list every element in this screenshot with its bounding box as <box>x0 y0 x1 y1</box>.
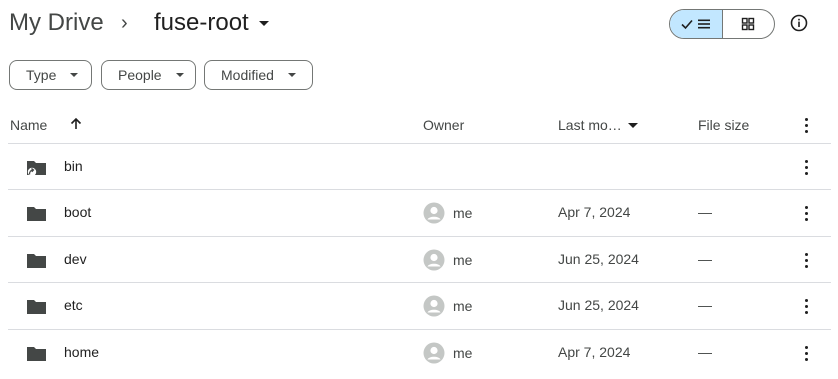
owner-label: me <box>453 205 473 221</box>
file-name: boot <box>64 204 92 220</box>
list-view-button[interactable] <box>670 10 723 38</box>
chevron-down-icon <box>175 73 184 77</box>
filter-modified-label: Modified <box>221 67 274 83</box>
checkmark-icon <box>681 19 693 30</box>
avatar-icon <box>423 202 445 224</box>
more-vert-icon <box>800 250 812 270</box>
file-size: — <box>698 204 712 220</box>
shared-folder-icon <box>27 161 46 177</box>
grid-view-button[interactable] <box>723 10 775 38</box>
file-size: — <box>698 297 712 313</box>
column-options-button[interactable] <box>800 115 812 135</box>
modified-date: Apr 7, 2024 <box>558 344 631 360</box>
avatar-icon <box>423 249 445 271</box>
list-icon <box>698 19 711 29</box>
column-header-name[interactable]: Name <box>10 116 47 134</box>
chevron-down-icon <box>70 73 79 77</box>
column-header-file-size[interactable]: File size <box>698 116 749 134</box>
column-name-label: Name <box>10 117 48 133</box>
file-size: — <box>698 344 712 360</box>
owner-cell: me <box>423 202 472 224</box>
details-button[interactable] <box>789 13 809 33</box>
table-row[interactable]: boot me Apr 7, 2024 — <box>0 190 838 236</box>
file-name: etc <box>64 297 83 313</box>
avatar-icon <box>423 295 445 317</box>
column-header-owner[interactable]: Owner <box>423 116 464 134</box>
column-modified-label: Last mo… <box>558 117 622 133</box>
more-vert-icon <box>800 296 812 316</box>
avatar-icon <box>423 342 445 364</box>
column-owner-label: Owner <box>423 117 465 133</box>
filter-type-label: Type <box>26 67 57 83</box>
file-name: bin <box>64 158 83 174</box>
more-vert-icon <box>800 115 812 135</box>
filter-people-chip[interactable]: People <box>101 60 196 90</box>
info-icon <box>790 14 808 32</box>
more-vert-icon <box>800 203 812 223</box>
view-toggle <box>669 9 775 39</box>
more-actions-button[interactable] <box>800 203 812 223</box>
more-actions-button[interactable] <box>800 296 812 316</box>
chevron-down-icon <box>258 20 269 26</box>
folder-icon <box>27 347 46 361</box>
more-actions-button[interactable] <box>800 157 812 177</box>
column-size-label: File size <box>698 117 750 133</box>
table-row[interactable]: etc me Jun 25, 2024 — <box>0 283 838 329</box>
more-vert-icon <box>800 157 812 177</box>
filter-type-chip[interactable]: Type <box>9 60 92 90</box>
owner-label: me <box>453 252 473 268</box>
folder-icon <box>27 207 46 221</box>
file-name: home <box>64 344 100 360</box>
grid-icon <box>742 17 755 31</box>
breadcrumb-separator: › <box>121 12 128 34</box>
owner-label: me <box>453 345 473 361</box>
chevron-down-icon <box>627 122 638 128</box>
breadcrumb-current-label: fuse-root <box>154 9 249 36</box>
table-row[interactable]: bin <box>0 144 838 190</box>
more-vert-icon <box>800 343 812 363</box>
column-header-last-modified[interactable]: Last mo… <box>558 116 638 134</box>
modified-date: Apr 7, 2024 <box>558 204 631 220</box>
modified-date: Jun 25, 2024 <box>558 251 639 267</box>
modified-date: Jun 25, 2024 <box>558 297 639 313</box>
folder-icon <box>27 300 46 314</box>
table-row[interactable]: dev me Jun 25, 2024 — <box>0 237 838 283</box>
folder-icon <box>27 254 46 268</box>
filter-people-label: People <box>118 67 162 83</box>
more-actions-button[interactable] <box>800 250 812 270</box>
table-row[interactable]: home me Apr 7, 2024 — <box>0 330 838 376</box>
file-size: — <box>698 251 712 267</box>
chevron-down-icon <box>287 73 296 77</box>
breadcrumb-root[interactable]: My Drive <box>9 8 104 38</box>
more-actions-button[interactable] <box>800 343 812 363</box>
filter-modified-chip[interactable]: Modified <box>204 60 313 90</box>
file-name: dev <box>64 251 87 267</box>
owner-cell: me <box>423 249 472 271</box>
breadcrumb-current-folder[interactable]: fuse-root <box>154 6 269 40</box>
owner-cell: me <box>423 342 472 364</box>
owner-cell: me <box>423 295 472 317</box>
owner-label: me <box>453 298 473 314</box>
sort-direction-button[interactable] <box>68 116 84 132</box>
arrow-up-icon <box>70 117 82 129</box>
